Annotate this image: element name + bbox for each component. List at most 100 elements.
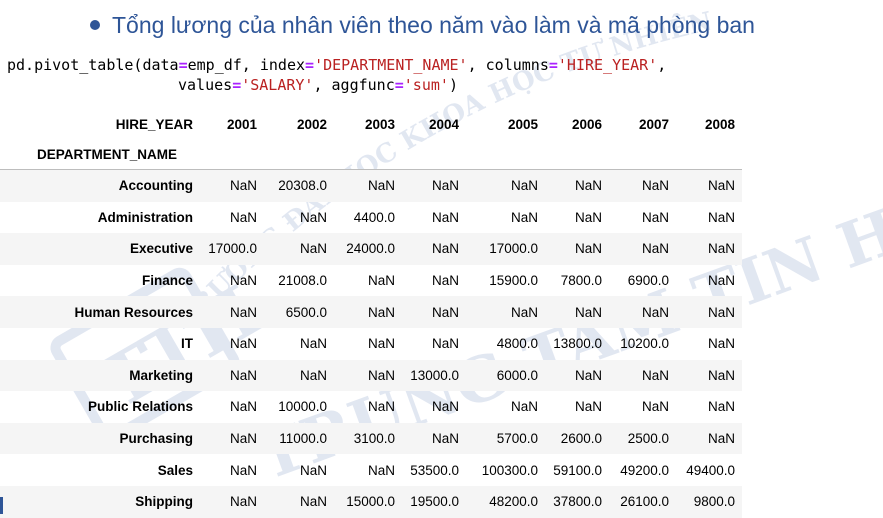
table-cell: NaN xyxy=(367,462,395,478)
table-cell: NaN xyxy=(431,178,459,194)
table-row: Human Resources NaN 6500.0 NaN NaN NaN NaN NaN N… xyxy=(0,296,742,328)
code-token: values xyxy=(178,76,233,94)
table-cell: NaN xyxy=(431,431,459,447)
year-header: 2005 xyxy=(507,116,538,132)
table-cell: NaN xyxy=(299,367,327,383)
table-cell: NaN xyxy=(510,209,538,225)
table-row: Accounting NaN 20308.0 NaN NaN NaN NaN NaN NaN xyxy=(0,169,742,202)
row-label: Executive xyxy=(129,241,193,257)
table-cell: NaN xyxy=(367,336,395,352)
row-label: Finance xyxy=(141,273,193,289)
row-label: Public Relations xyxy=(87,399,193,415)
table-cell: 5700.0 xyxy=(496,431,538,447)
table-cell: 2600.0 xyxy=(560,431,602,447)
table-cell: NaN xyxy=(641,399,669,415)
table-cell: NaN xyxy=(431,336,459,352)
table-cell: NaN xyxy=(641,209,669,225)
table-row: Administration NaN NaN 4400.0 NaN NaN NaN NaN Na… xyxy=(0,202,742,234)
table-cell: NaN xyxy=(367,273,395,289)
year-header: 2006 xyxy=(571,116,602,132)
slide-edge-marker xyxy=(0,497,3,514)
table-cell: 100300.0 xyxy=(481,462,538,478)
table-cell: NaN xyxy=(510,399,538,415)
table-cell: NaN xyxy=(229,462,257,478)
table-cell: NaN xyxy=(229,367,257,383)
table-cell: 3100.0 xyxy=(353,431,395,447)
row-label: IT xyxy=(181,336,193,352)
table-cell: NaN xyxy=(641,304,669,320)
code-token: pd.pivot_table(data xyxy=(7,56,179,74)
index-label: DEPARTMENT_NAME xyxy=(37,146,178,162)
table-cell: NaN xyxy=(641,241,669,257)
table-cell: NaN xyxy=(707,431,735,447)
table-cell: NaN xyxy=(367,178,395,194)
table-cell: NaN xyxy=(707,399,735,415)
table-cell: 9800.0 xyxy=(693,494,735,510)
slide-title: Tổng lương của nhân viên theo năm vào là… xyxy=(90,12,755,39)
table-cell: 4800.0 xyxy=(496,336,538,352)
table-cell: NaN xyxy=(431,399,459,415)
table-cell: 13000.0 xyxy=(410,367,459,383)
table-cell: NaN xyxy=(299,462,327,478)
table-cell: NaN xyxy=(574,209,602,225)
code-token: emp_df, index xyxy=(187,56,306,74)
table-cell: NaN xyxy=(229,209,257,225)
table-cell: 2500.0 xyxy=(627,431,669,447)
table-cell: NaN xyxy=(574,241,602,257)
table-cell: NaN xyxy=(707,273,735,289)
table-cell: NaN xyxy=(367,367,395,383)
table-cell: 17000.0 xyxy=(489,241,538,257)
table-cell: 59100.0 xyxy=(553,462,602,478)
table-cell: NaN xyxy=(299,209,327,225)
table-cell: NaN xyxy=(229,431,257,447)
table-cell: NaN xyxy=(229,399,257,415)
code-string: 'DEPARTMENT_NAME' xyxy=(314,56,468,74)
table-cell: NaN xyxy=(707,304,735,320)
table-cell: NaN xyxy=(431,241,459,257)
table-cell: 10000.0 xyxy=(278,399,327,415)
code-operator: = xyxy=(305,56,315,74)
table-cell: 24000.0 xyxy=(346,241,395,257)
table-cell: NaN xyxy=(299,494,327,510)
table-cell: NaN xyxy=(367,304,395,320)
table-cell: NaN xyxy=(574,399,602,415)
table-cell: NaN xyxy=(229,178,257,194)
code-token: , aggfunc xyxy=(313,76,395,94)
table-cell: NaN xyxy=(229,336,257,352)
code-token: ) xyxy=(448,76,458,94)
table-cell: NaN xyxy=(707,178,735,194)
table-cell: NaN xyxy=(574,367,602,383)
row-label: Purchasing xyxy=(119,431,193,447)
header-row-columns: HIRE_YEAR 2001 2002 2003 2004 2005 2006 … xyxy=(0,109,742,139)
table-cell: NaN xyxy=(431,304,459,320)
table-cell: NaN xyxy=(574,304,602,320)
table-cell: NaN xyxy=(431,209,459,225)
table-cell: 10200.0 xyxy=(620,336,669,352)
table-cell: 13800.0 xyxy=(553,336,602,352)
table-cell: NaN xyxy=(367,399,395,415)
code-string: 'HIRE_YEAR' xyxy=(557,56,658,74)
columns-label: HIRE_YEAR xyxy=(115,116,193,132)
table-cell: NaN xyxy=(431,273,459,289)
table-cell: 49200.0 xyxy=(620,462,669,478)
table-row: IT NaN NaN NaN NaN 4800.0 13800.0 10200.0 NaN xyxy=(0,328,742,360)
table-row: Executive 17000.0 NaN 24000.0 NaN 17000.0 NaN N… xyxy=(0,233,742,265)
row-label: Marketing xyxy=(129,367,193,383)
table-cell: 19500.0 xyxy=(410,494,459,510)
table-cell: 20308.0 xyxy=(278,178,327,194)
table-cell: 49400.0 xyxy=(686,462,735,478)
table-row: Shipping NaN NaN 15000.0 19500.0 48200.0 37800… xyxy=(0,485,742,518)
table-cell: 17000.0 xyxy=(208,241,257,257)
table-cell: NaN xyxy=(510,178,538,194)
table-cell: NaN xyxy=(707,367,735,383)
table-row: Finance NaN 21008.0 NaN NaN 15900.0 7800.0 6900… xyxy=(0,265,742,297)
header-row-index: DEPARTMENT_NAME xyxy=(0,139,742,170)
table-cell: 21008.0 xyxy=(278,273,327,289)
row-label: Human Resources xyxy=(74,304,193,320)
table-cell: NaN xyxy=(641,367,669,383)
table-cell: 7800.0 xyxy=(560,273,602,289)
table-cell: NaN xyxy=(707,209,735,225)
table-cell: 6000.0 xyxy=(496,367,538,383)
table-cell: 37800.0 xyxy=(553,494,602,510)
table-cell: NaN xyxy=(299,241,327,257)
